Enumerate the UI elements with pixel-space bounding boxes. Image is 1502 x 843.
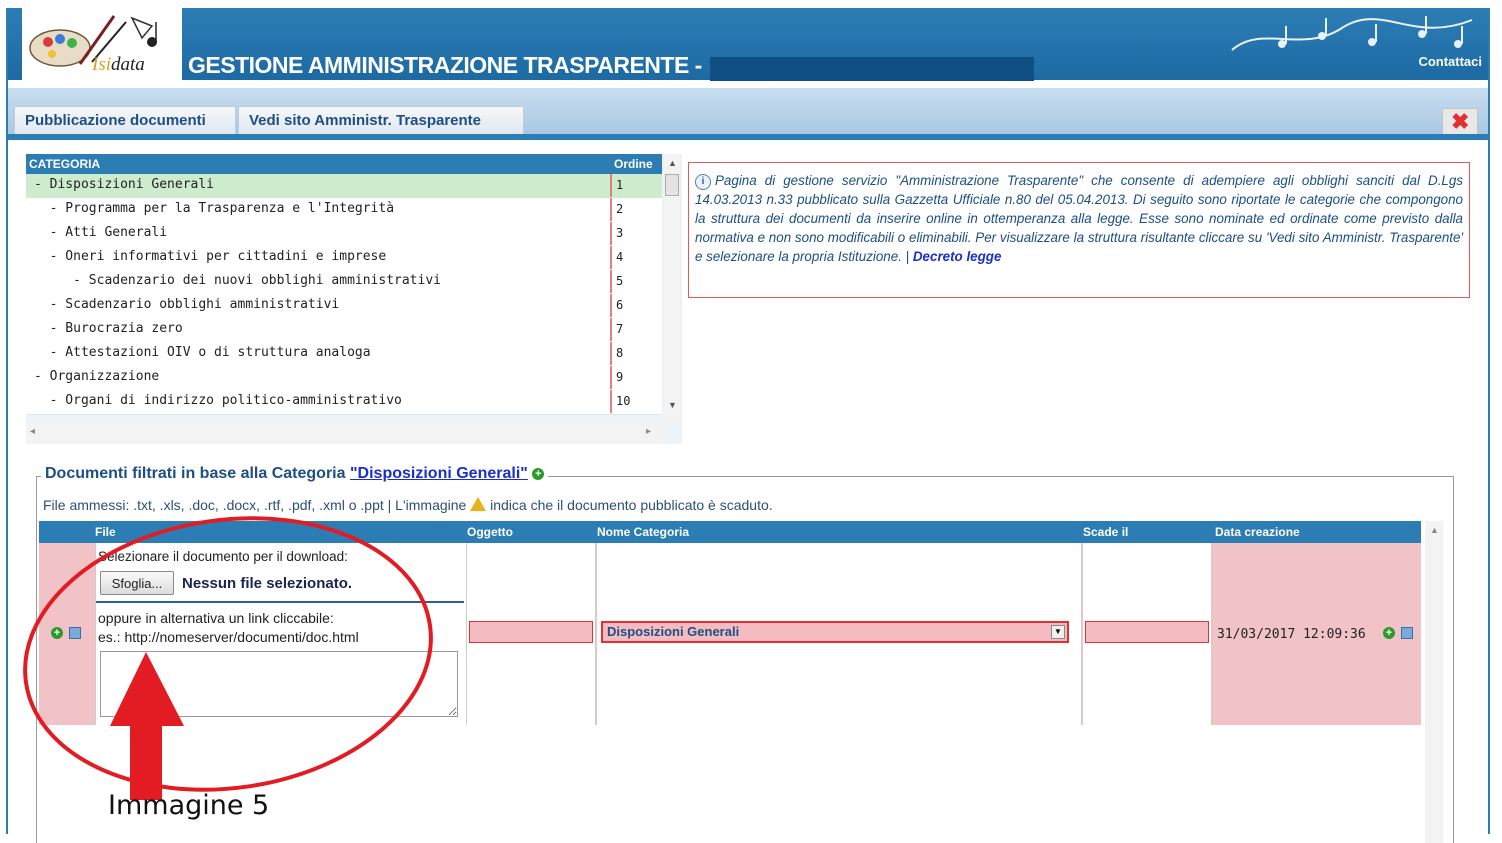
annotation-overlay (23, 516, 433, 800)
annotation-ellipse (23, 516, 433, 792)
annotation-label: Immagine 5 (108, 790, 270, 821)
